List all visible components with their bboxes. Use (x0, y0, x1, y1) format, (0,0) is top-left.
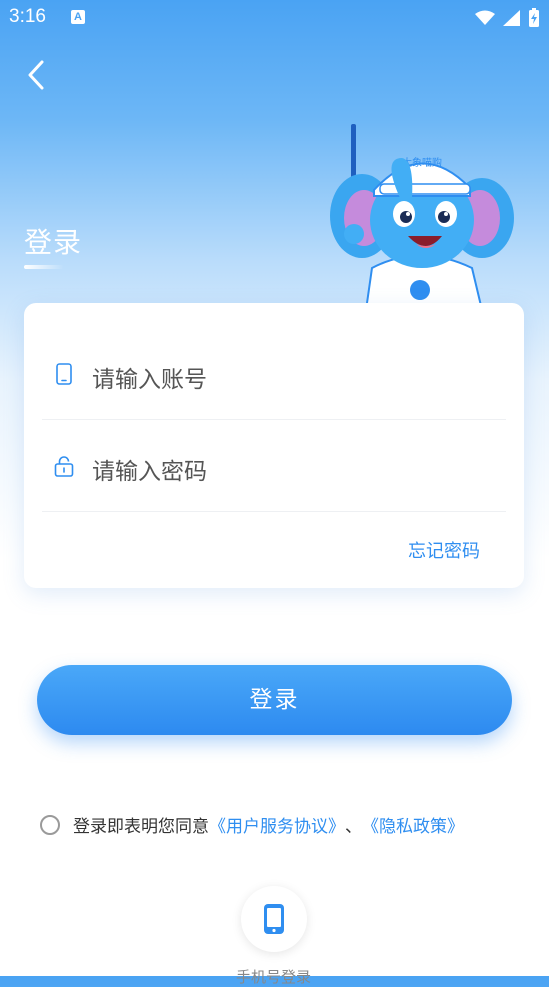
battery-icon (529, 8, 539, 27)
agreement-text: 登录即表明您同意 (73, 817, 209, 837)
agreement-separator: 、 (345, 817, 362, 837)
password-input[interactable]: 请输入密码 (92, 452, 207, 486)
agreement-row: 登录即表明您同意 《用户服务协议》 、 《隐私政策》 (40, 812, 464, 837)
user-agreement-link[interactable]: 《用户服务协议》 (209, 812, 345, 837)
status-icons (475, 8, 539, 27)
lock-icon (54, 456, 74, 477)
forgot-password-link[interactable]: 忘记密码 (408, 537, 480, 563)
back-button[interactable] (22, 58, 52, 92)
agreement-checkbox[interactable] (40, 814, 60, 835)
page-title: 登录 (24, 226, 83, 259)
status-bar: 3:16 A (0, 0, 549, 36)
phone-login-label[interactable]: 手机号登录 (236, 966, 311, 987)
signal-icon (503, 9, 520, 26)
account-row[interactable]: 请输入账号 (24, 328, 524, 420)
divider (42, 511, 506, 512)
notification-icon: A (71, 10, 85, 24)
login-form-card: 请输入账号 请输入密码 忘记密码 (24, 303, 524, 588)
title-underline (24, 265, 64, 269)
privacy-policy-link[interactable]: 《隐私政策》 (362, 812, 464, 837)
phone-login-button[interactable] (241, 886, 307, 952)
elephant-mascot-image: 大象喵购 (330, 124, 514, 310)
login-button[interactable]: 登录 (37, 665, 512, 735)
password-row[interactable]: 请输入密码 (24, 420, 524, 512)
chevron-left-icon (28, 60, 44, 90)
wifi-icon (475, 10, 495, 25)
phone-icon (56, 363, 72, 385)
status-time: 3:16 (9, 6, 46, 27)
account-input[interactable]: 请输入账号 (92, 360, 207, 394)
mobile-phone-icon (264, 904, 284, 934)
